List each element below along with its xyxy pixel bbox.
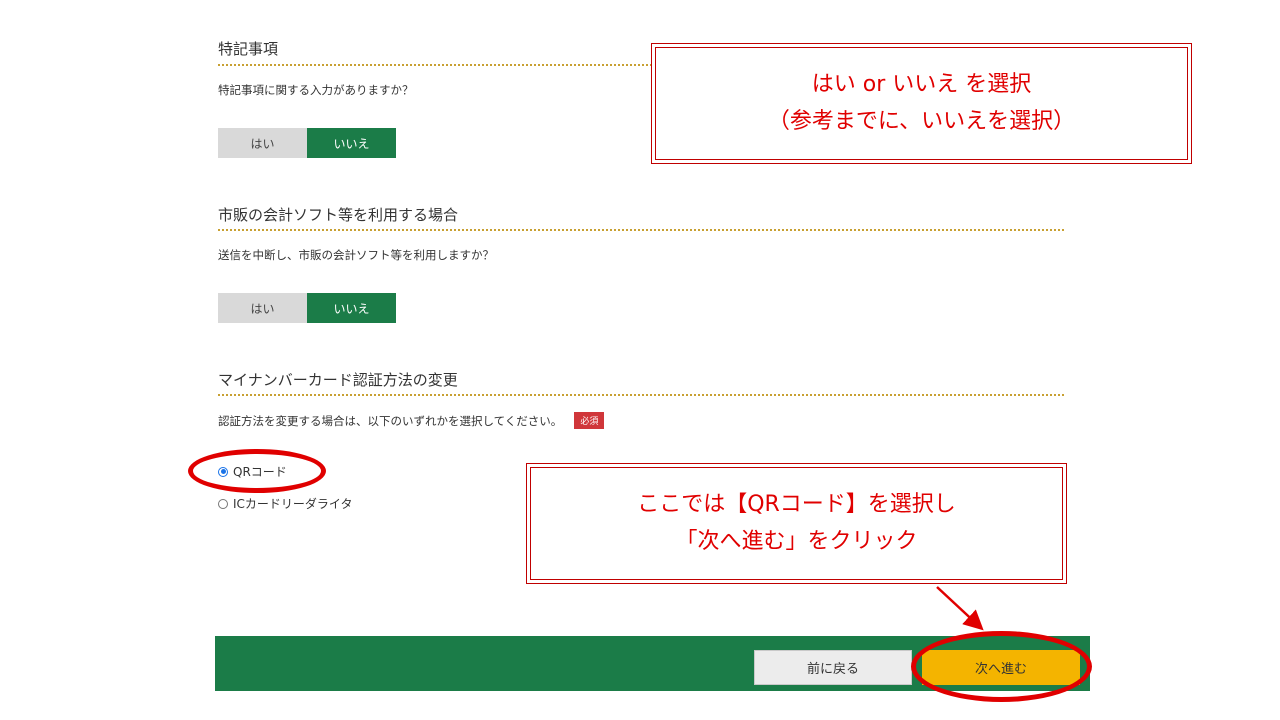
next-button[interactable]: 次へ進む	[922, 650, 1080, 685]
special-notes-no-button[interactable]: いいえ	[307, 128, 396, 158]
top-annotation-callout: はい or いいえ を選択 （参考までに、いいえを選択）	[651, 43, 1192, 164]
radio-option-ic-card-reader[interactable]: ICカードリーダライタ	[218, 495, 352, 512]
bottom-annotation-line-1: ここでは【QRコード】を選択し	[637, 492, 956, 518]
accounting-software-yes-button[interactable]: はい	[218, 293, 307, 323]
radio-option-qr-code[interactable]: QRコード	[218, 463, 287, 480]
section-divider	[218, 229, 1064, 231]
bottom-annotation-callout: ここでは【QRコード】を選択し 「次へ進む」をクリック	[526, 463, 1067, 584]
section-title-accounting-software: 市販の会計ソフト等を利用する場合	[218, 206, 459, 224]
accounting-software-no-button[interactable]: いいえ	[307, 293, 396, 323]
radio-label-ic-card-reader: ICカードリーダライタ	[233, 497, 353, 511]
radio-unchecked-icon[interactable]	[218, 498, 228, 509]
top-annotation-inner: はい or いいえ を選択 （参考までに、いいえを選択）	[655, 47, 1188, 160]
bottom-annotation-inner: ここでは【QRコード】を選択し 「次へ進む」をクリック	[530, 467, 1063, 580]
special-notes-toggle: はい いいえ	[218, 128, 396, 158]
top-annotation-line-1: はい or いいえ を選択	[811, 72, 1032, 98]
auth-method-question-text: 認証方法を変更する場合は、以下のいずれかを選択してください。	[218, 414, 563, 428]
bottom-annotation-line-2: 「次へ進む」をクリック	[675, 528, 918, 554]
accounting-software-toggle: はい いいえ	[218, 293, 396, 323]
top-annotation-line-2: （参考までに、いいえを選択）	[767, 108, 1076, 134]
page: 特記事項 特記事項に関する入力がありますか？ はい いいえ 市販の会計ソフト等を…	[0, 0, 1280, 720]
required-badge: 必須	[574, 412, 605, 429]
section-title-special-notes: 特記事項	[218, 40, 279, 58]
auth-method-question: 認証方法を変更する場合は、以下のいずれかを選択してください。 必須	[218, 412, 605, 429]
section-title-auth-method: マイナンバーカード認証方法の変更	[218, 371, 458, 389]
radio-checked-icon[interactable]	[218, 466, 228, 477]
accounting-software-question: 送信を中断し、市販の会計ソフト等を利用しますか？	[218, 248, 494, 262]
back-button[interactable]: 前に戻る	[754, 650, 912, 685]
special-notes-question: 特記事項に関する入力がありますか？	[218, 83, 414, 97]
radio-label-qr-code: QRコード	[233, 465, 287, 479]
special-notes-yes-button[interactable]: はい	[218, 128, 307, 158]
section-divider	[218, 394, 1064, 396]
